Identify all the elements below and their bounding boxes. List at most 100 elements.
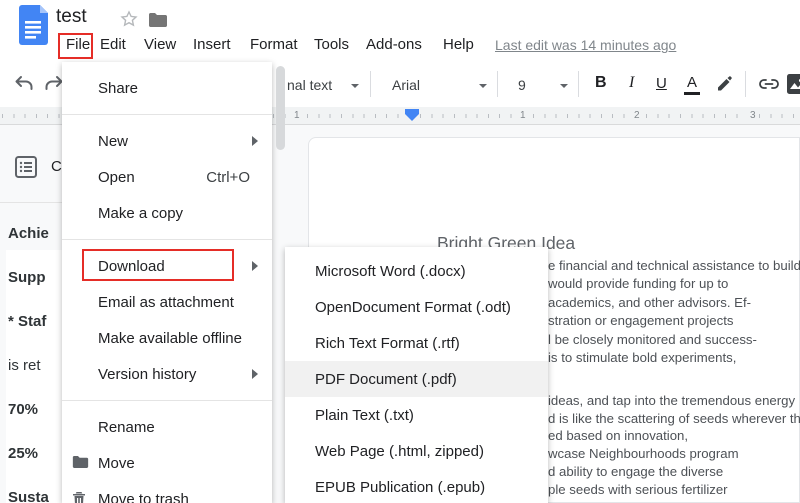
menu-item-label: Download	[98, 258, 165, 275]
file-menu-item-share[interactable]: Share	[62, 70, 272, 106]
file-menu-item-move-to-trash[interactable]: Move to trash	[62, 481, 272, 503]
document-text-line: e financial and technical assistance to …	[548, 257, 800, 275]
menu-item-label: Move	[98, 455, 135, 472]
paragraph-style-select[interactable]: nal text	[287, 77, 332, 93]
move-folder-icon[interactable]	[148, 12, 168, 33]
document-text-line: ed based on innovation,	[548, 427, 800, 445]
download-submenu: Microsoft Word (.docx) OpenDocument Forma…	[285, 247, 548, 503]
menu-item-label: Email as attachment	[98, 294, 234, 311]
submenu-arrow-icon	[252, 261, 258, 271]
google-docs-logo-icon	[18, 4, 48, 51]
document-paragraph: e financial and technical assistance to …	[548, 257, 800, 367]
left-divider	[0, 202, 62, 203]
menu-item-label: PDF Document (.pdf)	[315, 371, 457, 388]
toolbar-divider	[370, 71, 371, 97]
insert-link-icon[interactable]	[758, 74, 780, 99]
menu-separator	[62, 239, 272, 240]
document-text-line: d ability to engage the diverse	[548, 463, 800, 481]
file-menu-highlight-box	[58, 33, 93, 59]
bold-button[interactable]: B	[595, 74, 607, 92]
document-outline-icon[interactable]	[13, 154, 39, 185]
ruler-number: 3	[747, 110, 759, 121]
file-menu-item-email-as-attachment[interactable]: Email as attachment	[62, 284, 272, 320]
font-size-select[interactable]: 9	[518, 77, 526, 93]
menu-shortcut: Ctrl+O	[206, 169, 250, 186]
document-text-line: would provide funding for up to	[548, 275, 800, 293]
menu-item-label: New	[98, 133, 128, 150]
menu-item-label: Rich Text Format (.rtf)	[315, 335, 460, 352]
document-text-line: ideas, and tap into the tremendous energ…	[548, 392, 800, 410]
download-submenu-item-microsoft-word-docx-[interactable]: Microsoft Word (.docx)	[285, 253, 548, 289]
insert-image-icon[interactable]	[786, 73, 800, 100]
menu-item-label: Open	[98, 169, 135, 186]
document-title[interactable]: test	[56, 6, 87, 28]
menu-scrollbar-thumb[interactable]	[276, 66, 285, 150]
toolbar-divider	[745, 71, 746, 97]
menubar-item-view[interactable]: View	[144, 36, 176, 53]
last-edit-link[interactable]: Last edit was 14 minutes ago	[495, 37, 676, 53]
download-submenu-item-pdf-document-pdf-[interactable]: PDF Document (.pdf)	[285, 361, 548, 397]
menu-item-label: Make a copy	[98, 205, 183, 222]
download-submenu-item-plain-text-txt-[interactable]: Plain Text (.txt)	[285, 397, 548, 433]
star-icon[interactable]	[120, 10, 138, 33]
menu-item-label: Share	[98, 80, 138, 97]
undo-icon[interactable]	[14, 75, 34, 98]
document-text-line: stration or engagement projects	[548, 312, 800, 330]
document-text-line: academics, and other advisors. Ef-	[548, 294, 800, 312]
hidden-text-fragment: C	[51, 158, 62, 175]
download-submenu-item-epub-publication-epub-[interactable]: EPUB Publication (.epub)	[285, 469, 548, 503]
redo-icon[interactable]	[44, 75, 64, 98]
chevron-down-icon[interactable]	[479, 84, 487, 88]
chevron-down-icon[interactable]	[351, 84, 359, 88]
document-text-line: is to stimulate bold experiments,	[548, 349, 800, 367]
file-menu-item-make-a-copy[interactable]: Make a copy	[62, 195, 272, 231]
submenu-arrow-icon	[252, 136, 258, 146]
menu-item-label: Move to trash	[98, 491, 189, 503]
file-menu-item-rename[interactable]: Rename	[62, 409, 272, 445]
file-menu: Share New Open Ctrl+O Make a copy Download Ema…	[62, 62, 272, 503]
menu-item-label: EPUB Publication (.epub)	[315, 479, 485, 496]
ruler-number: 1	[291, 110, 303, 121]
menubar-item-insert[interactable]: Insert	[193, 36, 231, 53]
menu-item-label: Web Page (.html, zipped)	[315, 443, 484, 460]
menu-item-label: OpenDocument Format (.odt)	[315, 299, 511, 316]
file-menu-item-download[interactable]: Download	[62, 248, 272, 284]
header: test FileEditViewInsertFormatToolsAdd-on…	[0, 0, 800, 62]
menubar-item-format[interactable]: Format	[250, 36, 298, 53]
italic-button[interactable]: I	[629, 74, 634, 92]
file-menu-item-move[interactable]: Move	[62, 445, 272, 481]
toolbar-divider	[497, 71, 498, 97]
ruler-number: 2	[631, 110, 643, 121]
document-text-line: l be closely monitored and success-	[548, 331, 800, 349]
file-menu-item-make-available-offline[interactable]: Make available offline	[62, 320, 272, 356]
menubar-item-edit[interactable]: Edit	[100, 36, 126, 53]
menubar-item-add-ons[interactable]: Add-ons	[366, 36, 422, 53]
font-family-select[interactable]: Arial	[392, 77, 420, 93]
chevron-down-icon[interactable]	[560, 84, 568, 88]
ruler-number: 1	[517, 110, 529, 121]
document-text-line: d is like the scattering of seeds wherev…	[548, 410, 800, 428]
menu-item-label: Version history	[98, 366, 196, 383]
menu-item-label: Rename	[98, 419, 155, 436]
menubar-item-help[interactable]: Help	[443, 36, 474, 53]
toolbar-divider	[578, 71, 579, 97]
underline-button[interactable]: U	[656, 75, 667, 92]
download-submenu-item-opendocument-format-odt-[interactable]: OpenDocument Format (.odt)	[285, 289, 548, 325]
document-text-line: ple seeds with serious fertilizer	[548, 481, 800, 499]
file-menu-item-open[interactable]: Open Ctrl+O	[62, 159, 272, 195]
menubar-item-tools[interactable]: Tools	[314, 36, 349, 53]
download-submenu-item-web-page-html-zipped-[interactable]: Web Page (.html, zipped)	[285, 433, 548, 469]
menu-item-label: Microsoft Word (.docx)	[315, 263, 466, 280]
menu-item-label: Make available offline	[98, 330, 242, 347]
folder-icon	[72, 455, 89, 473]
highlight-pen-icon[interactable]	[716, 74, 734, 97]
file-menu-item-version-history[interactable]: Version history	[62, 356, 272, 392]
document-text-line: wcase Neighbourhoods program	[548, 445, 800, 463]
menu-item-label: Plain Text (.txt)	[315, 407, 414, 424]
text-color-button[interactable]: A	[687, 74, 697, 91]
download-submenu-item-rich-text-format-rtf-[interactable]: Rich Text Format (.rtf)	[285, 325, 548, 361]
trash-icon	[72, 491, 86, 503]
text-color-bar	[684, 92, 700, 95]
file-menu-item-new[interactable]: New	[62, 123, 272, 159]
indent-marker[interactable]	[405, 109, 419, 121]
